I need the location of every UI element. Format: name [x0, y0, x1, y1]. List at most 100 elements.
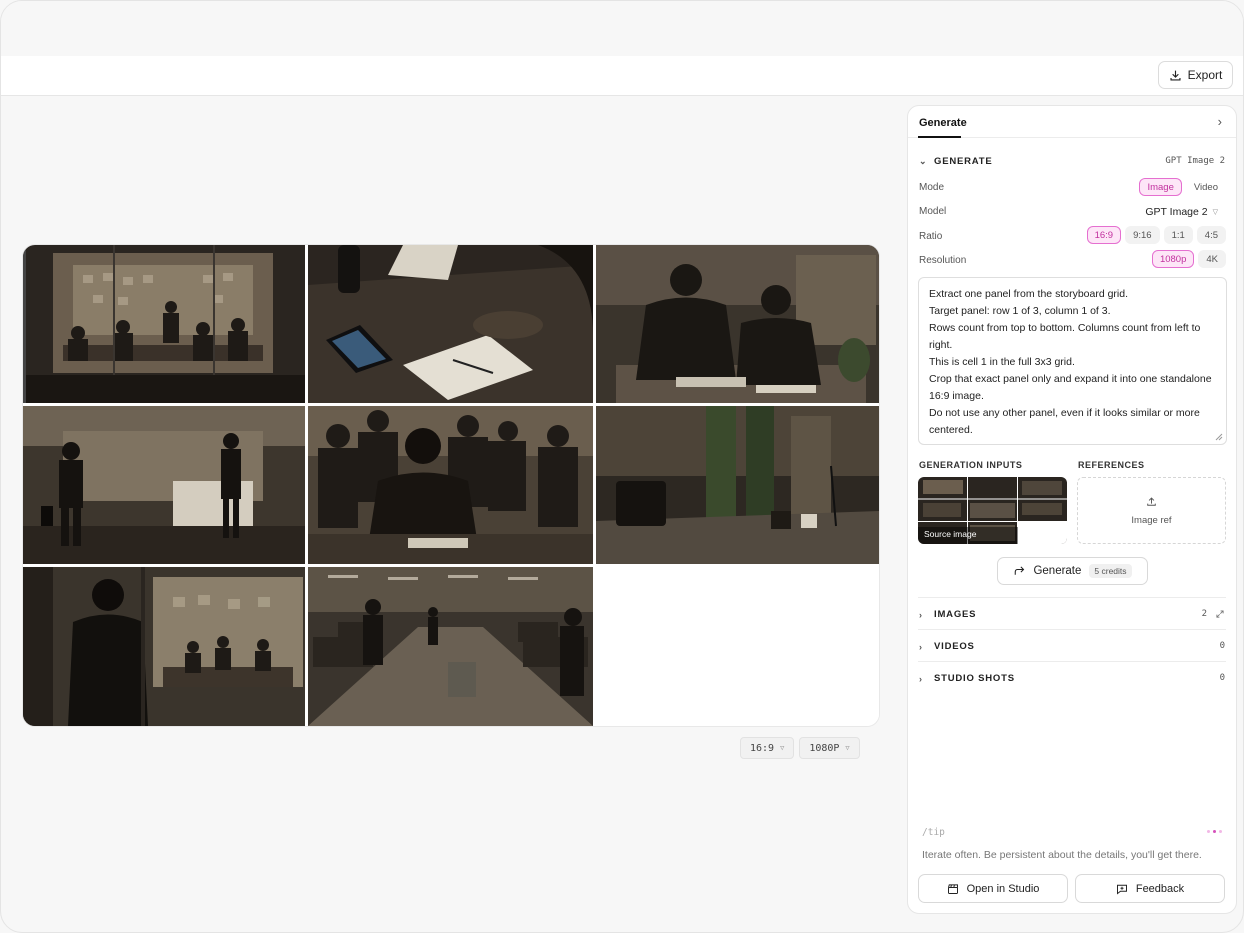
chevron-down-icon: ▽ — [780, 744, 785, 752]
videos-section-row[interactable]: › VIDEOS 0 — [918, 629, 1226, 661]
chevron-down-icon: ▽ — [845, 744, 850, 752]
chevron-right-icon: › — [919, 673, 923, 684]
resolution-chip[interactable]: 1080P ▽ — [799, 737, 860, 759]
ratio-option-16-9[interactable]: 16:9 — [1086, 226, 1122, 244]
resolution-option-4k[interactable]: 4K — [1198, 250, 1226, 268]
top-strip — [1, 1, 1243, 56]
ratio-option-1-1[interactable]: 1:1 — [1163, 226, 1193, 244]
conference-room-image — [23, 245, 305, 403]
references-label: REFERENCES — [1078, 460, 1145, 470]
panel-tabbar: Generate › — [908, 106, 1236, 138]
storyboard-grid[interactable] — [23, 245, 879, 726]
mode-label: Mode — [919, 182, 945, 193]
tab-underline — [918, 136, 961, 138]
export-label: Export — [1187, 68, 1223, 82]
canvas-settings-chips: 16:9 ▽ 1080P ▽ — [740, 737, 860, 759]
videos-section-title: VIDEOS — [934, 641, 975, 652]
resolution-label: Resolution — [919, 255, 967, 266]
mode-option-image[interactable]: Image — [1139, 178, 1182, 196]
chevron-right-icon: › — [919, 609, 923, 620]
tip-label: /tip — [922, 827, 945, 838]
generate-panel: Generate › ⌄ GENERATE GPT Image 2 Mode I… — [907, 105, 1237, 914]
expand-icon[interactable] — [1215, 609, 1225, 619]
storyboard-panel-7[interactable] — [23, 567, 305, 726]
feedback-button[interactable]: Feedback — [1075, 874, 1225, 903]
mode-option-video[interactable]: Video — [1186, 178, 1226, 196]
prompt-textarea[interactable]: Extract one panel from the storyboard gr… — [918, 277, 1227, 445]
forward-arrow-icon — [1015, 566, 1025, 575]
tip-dot-active[interactable] — [1213, 830, 1216, 833]
ratio-label: Ratio — [919, 231, 943, 242]
images-section-header: › IMAGES — [919, 609, 976, 620]
upload-icon — [1147, 496, 1156, 506]
generate-section-header[interactable]: ⌄ GENERATE — [919, 156, 992, 167]
resolution-option-1080p[interactable]: 1080p — [1151, 250, 1195, 268]
generation-inputs-label: GENERATION INPUTS — [919, 460, 1023, 470]
ratio-chip[interactable]: 16:9 ▽ — [740, 737, 795, 759]
images-section-title: IMAGES — [934, 609, 977, 620]
clapperboard-icon — [947, 883, 958, 894]
videos-count: 0 — [1219, 641, 1225, 651]
ratio-option-4-5[interactable]: 4:5 — [1196, 226, 1226, 244]
chevron-right-icon[interactable]: › — [1218, 114, 1222, 129]
colleagues-at-desk-image — [596, 245, 879, 403]
ratio-option-9-16[interactable]: 9:16 — [1125, 226, 1160, 244]
export-button[interactable]: Export — [1158, 61, 1233, 89]
app-window: Export 16:9 ▽ 1080P ▽ Generate › ⌄ GENER… — [0, 0, 1244, 933]
tip-pager-dots[interactable] — [1207, 830, 1222, 833]
open-office-floor-image — [308, 567, 593, 726]
model-label: Model — [919, 206, 947, 217]
tip-text: Iterate often. Be persistent about the d… — [922, 849, 1202, 861]
toolbar: Export — [1, 56, 1243, 96]
storyboard-panel-3[interactable] — [596, 245, 879, 403]
storyboard-panel-2[interactable] — [308, 245, 593, 403]
model-select[interactable]: GPT Image 2 ▽ — [1145, 206, 1218, 218]
model-select-value: GPT Image 2 — [1145, 206, 1208, 218]
credits-badge: 5 credits — [1089, 564, 1132, 578]
source-image-label: Source image — [924, 529, 977, 539]
image-ref-dropzone[interactable]: Image ref — [1077, 477, 1226, 544]
chevron-right-icon: › — [919, 641, 923, 652]
storyboard-panel-6[interactable] — [596, 406, 879, 564]
storyboard-panel-5[interactable] — [308, 406, 593, 564]
mode-options: Image Video — [1139, 178, 1226, 196]
storyboard-panel-9-empty — [596, 567, 879, 726]
team-meeting-image — [308, 406, 593, 564]
model-badge: GPT Image 2 — [1165, 156, 1225, 166]
images-count-value: 2 — [1201, 609, 1207, 619]
tip-dot[interactable] — [1219, 830, 1222, 833]
open-in-studio-label: Open in Studio — [966, 882, 1040, 895]
storyboard-panel-1[interactable] — [23, 245, 305, 403]
doorway-meeting-image — [23, 567, 305, 726]
image-ref-label: Image ref — [1131, 514, 1172, 526]
office-corridor-image — [23, 406, 305, 564]
videos-section-header: › VIDEOS — [919, 641, 975, 652]
open-in-studio-button[interactable]: Open in Studio — [918, 874, 1068, 903]
resolution-chip-label: 1080P — [809, 742, 840, 754]
ratio-chip-label: 16:9 — [750, 742, 775, 754]
feedback-label: Feedback — [1135, 882, 1185, 895]
tip-dot[interactable] — [1207, 830, 1210, 833]
resolution-options: 1080p 4K — [1151, 250, 1226, 268]
studio-shots-count: 0 — [1219, 673, 1225, 683]
chevron-down-icon: ▽ — [1212, 209, 1218, 216]
storyboard-panel-4[interactable] — [23, 406, 305, 564]
feedback-icon — [1116, 884, 1127, 894]
resize-handle-icon[interactable] — [1215, 433, 1223, 441]
chevron-down-icon: ⌄ — [919, 156, 928, 166]
empty-desk-image — [596, 406, 879, 564]
studio-shots-section-header: › STUDIO SHOTS — [919, 673, 1015, 684]
generate-button-label: Generate — [1033, 565, 1082, 577]
ratio-options: 16:9 9:16 1:1 4:5 — [1086, 226, 1226, 244]
storyboard-panel-8[interactable] — [308, 567, 593, 726]
tab-generate[interactable]: Generate — [919, 117, 967, 129]
download-icon — [1170, 70, 1181, 81]
generate-button[interactable]: Generate 5 credits — [997, 557, 1148, 585]
prompt-text: Extract one panel from the storyboard gr… — [929, 288, 1212, 436]
generate-section-title: GENERATE — [934, 156, 993, 167]
images-count: 2 — [1202, 609, 1225, 619]
images-section-row[interactable]: › IMAGES 2 — [918, 597, 1226, 629]
source-image-thumbnail[interactable]: Source image — [918, 477, 1067, 544]
studio-shots-section-row[interactable]: › STUDIO SHOTS 0 — [918, 661, 1226, 693]
desk-phone-notebook-image — [308, 245, 593, 403]
